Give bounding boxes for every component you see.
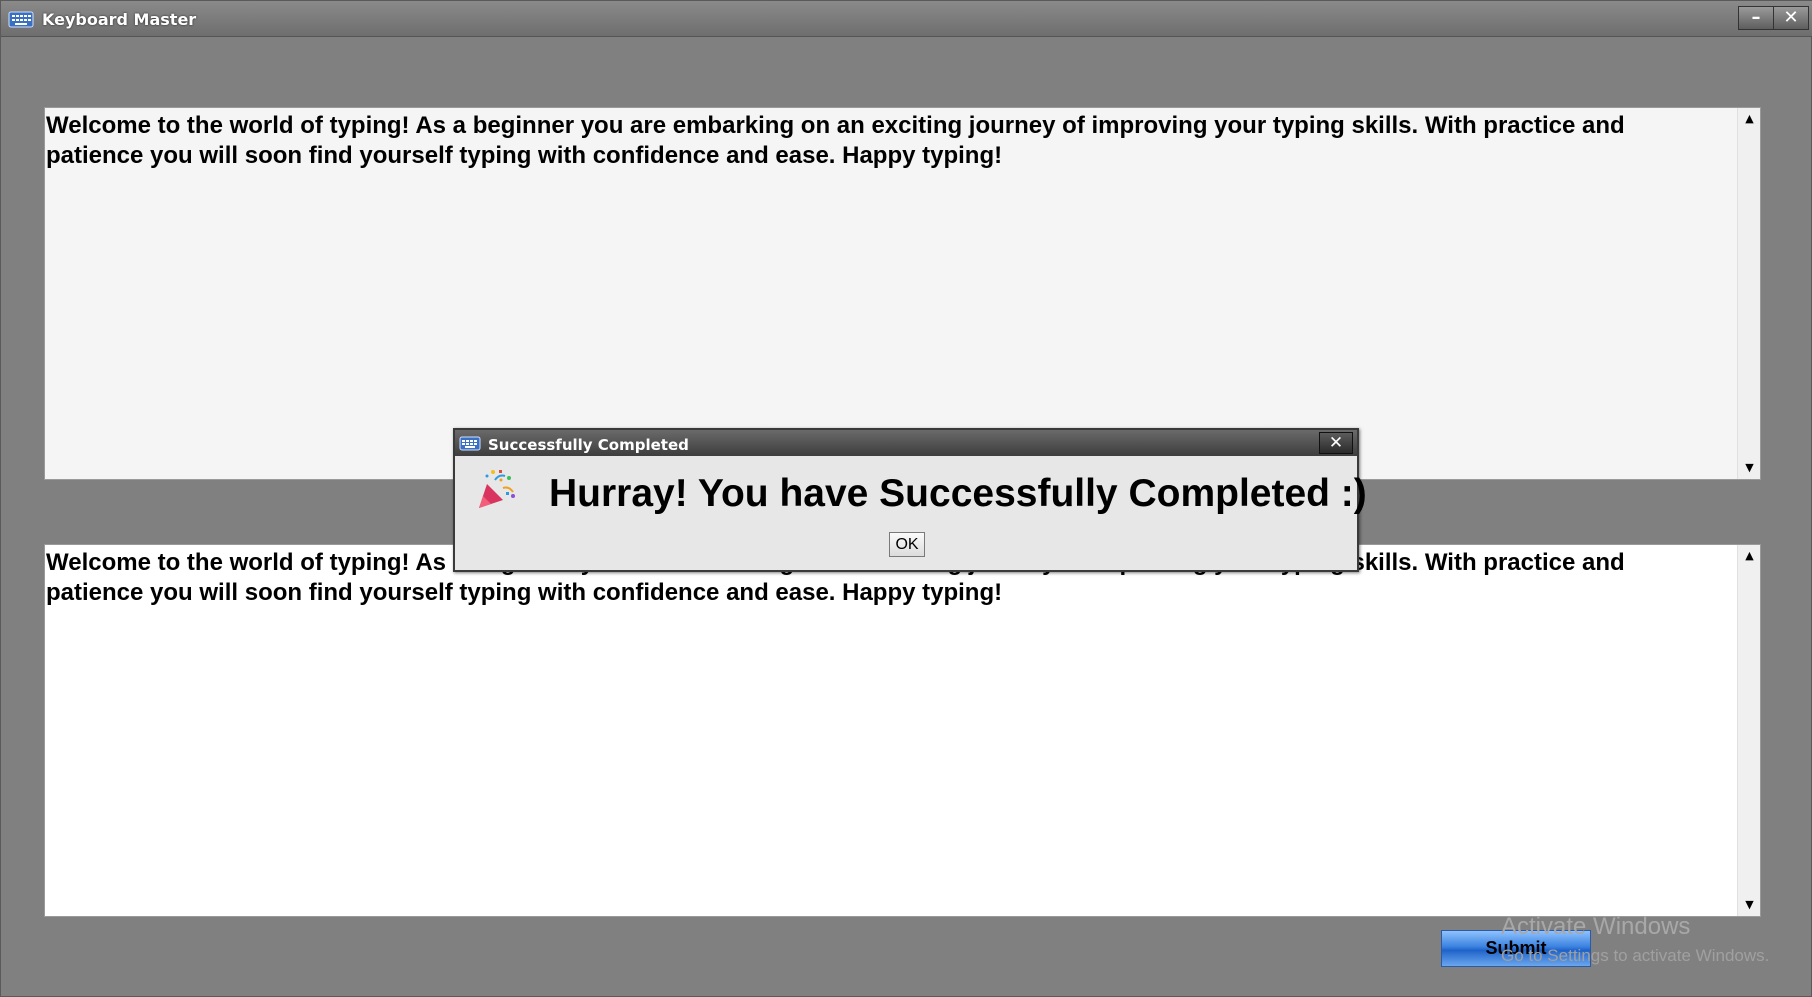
- scroll-down-arrow-icon[interactable]: ▼: [1740, 894, 1759, 916]
- dialog-message: Hurray! You have Successfully Completed …: [549, 472, 1367, 515]
- dialog-titlebar[interactable]: Successfully Completed ✕: [455, 430, 1357, 456]
- party-popper-icon: [479, 470, 515, 508]
- keyboard-icon: [459, 436, 481, 451]
- minimize-button[interactable]: –: [1738, 6, 1774, 30]
- window-title: Keyboard Master: [42, 10, 197, 29]
- scroll-up-arrow-icon[interactable]: ▲: [1740, 108, 1759, 130]
- close-icon: ✕: [1783, 7, 1799, 28]
- activation-watermark-title: Activate Windows: [1501, 913, 1691, 940]
- app-window: Keyboard Master – ✕ Welcome to the world…: [0, 0, 1812, 997]
- success-dialog: Successfully Completed ✕ Hurray! You hav…: [453, 428, 1367, 572]
- activation-watermark-subtitle: Go to Settings to activate Windows.: [1501, 946, 1770, 965]
- dialog-title: Successfully Completed: [488, 436, 689, 454]
- reference-text: Welcome to the world of typing! As a beg…: [46, 112, 1625, 169]
- scroll-up-arrow-icon[interactable]: ▲: [1740, 545, 1759, 567]
- typing-scrollbar[interactable]: ▲ ▼: [1737, 545, 1760, 916]
- reference-scrollbar[interactable]: ▲ ▼: [1737, 108, 1760, 479]
- reference-text-area[interactable]: Welcome to the world of typing! As a beg…: [44, 107, 1761, 480]
- minimize-icon: –: [1751, 7, 1761, 28]
- scroll-down-arrow-icon[interactable]: ▼: [1740, 457, 1759, 479]
- dialog-close-button[interactable]: ✕: [1319, 432, 1353, 454]
- ok-button[interactable]: OK: [889, 532, 925, 557]
- keyboard-icon: [8, 11, 34, 28]
- close-icon: ✕: [1328, 433, 1344, 453]
- typing-input-area[interactable]: Welcome to the world of typing! As a beg…: [44, 544, 1761, 917]
- window-titlebar[interactable]: Keyboard Master – ✕: [1, 1, 1812, 37]
- close-button[interactable]: ✕: [1773, 6, 1809, 30]
